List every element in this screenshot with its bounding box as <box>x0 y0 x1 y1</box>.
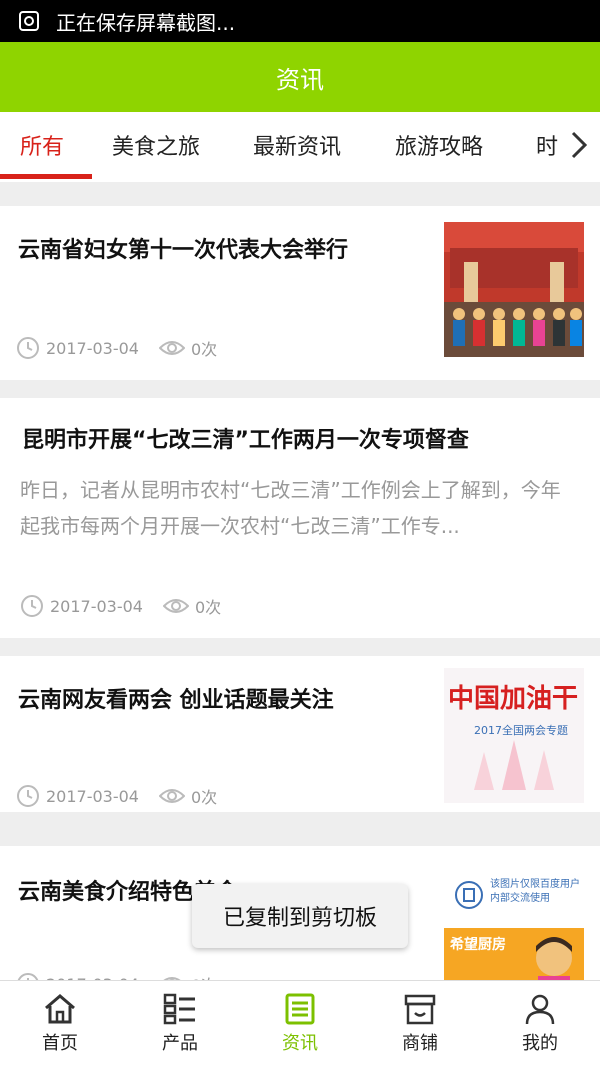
article-date: 2017-03-04 <box>46 338 139 358</box>
thumbnail-notice: 该图片仅限百度用户内部交流使用 <box>490 879 580 904</box>
app-header: 资讯 <box>0 42 600 112</box>
chevron-right-icon <box>571 131 588 159</box>
article-thumbnail[interactable]: 中国加油干 2017全国两会专题 <box>444 668 584 803</box>
clock-icon <box>17 337 39 359</box>
article-thumbnail[interactable]: 该图片仅限百度用户内部交流使用 希望厨房 <box>444 860 584 995</box>
nav-shop-label: 商铺 <box>402 1033 438 1054</box>
user-icon <box>525 994 555 1025</box>
nav-products[interactable]: 产品 <box>120 981 240 1067</box>
article-title[interactable]: 昆明市开展“七改三清”工作两月一次专项督查 <box>22 422 469 454</box>
article-card[interactable]: 昆明市开展“七改三清”工作两月一次专项督查 昨日，记者从昆明市农村“七改三清”工… <box>0 398 600 638</box>
thumbnail-subtitle: 2017全国两会专题 <box>474 724 568 737</box>
list-icon <box>163 993 195 1025</box>
article-title[interactable]: 云南省妇女第十一次代表大会举行 <box>18 232 348 264</box>
clock-icon <box>21 595 43 617</box>
page-title: 资讯 <box>276 65 324 94</box>
article-meta: 2017-03-04 0次 <box>16 784 217 808</box>
news-icon <box>285 993 315 1025</box>
copied-toast: 已复制到剪切板 <box>192 884 408 948</box>
status-bar: 正在保存屏幕截图... <box>0 0 600 42</box>
article-title[interactable]: 云南网友看两会 创业话题最关注 <box>18 682 334 714</box>
logo-icon <box>455 881 483 909</box>
article-card[interactable]: 云南省妇女第十一次代表大会举行 2017-03-04 0次 <box>0 206 600 380</box>
tab-latest-news[interactable]: 最新资讯 <box>253 112 341 178</box>
nav-me[interactable]: 我的 <box>480 981 600 1067</box>
home-icon <box>45 994 75 1024</box>
eye-icon <box>162 599 189 613</box>
article-views: 0次 <box>190 340 218 359</box>
eye-icon <box>158 341 185 355</box>
status-text: 正在保存屏幕截图... <box>56 10 236 35</box>
tab-travel-guide[interactable]: 旅游攻略 <box>395 112 483 178</box>
article-card[interactable]: 云南网友看两会 创业话题最关注 2017-03-04 0次 中国加油干 2017… <box>0 656 600 812</box>
tab-food-tour[interactable]: 美食之旅 <box>112 112 200 178</box>
article-views: 0次 <box>190 788 218 807</box>
nav-products-label: 产品 <box>162 1033 198 1054</box>
nav-home-label: 首页 <box>42 1033 78 1054</box>
eye-icon <box>158 789 185 803</box>
article-date: 2017-03-04 <box>46 786 139 806</box>
bottom-nav: 首页 产品 资讯 商铺 我的 <box>0 980 600 1067</box>
tab-more[interactable]: 时 <box>536 112 558 178</box>
category-tabs: 所有 美食之旅 最新资讯 旅游攻略 时 <box>0 112 600 182</box>
nav-news[interactable]: 资讯 <box>240 981 360 1067</box>
nav-news-label: 资讯 <box>282 1033 318 1054</box>
thumbnail-banner-text: 希望厨房 <box>450 937 506 953</box>
nav-home[interactable]: 首页 <box>0 981 120 1067</box>
nav-shop[interactable]: 商铺 <box>360 981 480 1067</box>
article-views: 0次 <box>194 598 222 617</box>
active-tab-indicator <box>0 174 92 179</box>
article-meta: 2017-03-04 0次 <box>16 336 217 360</box>
screenshot-icon <box>19 11 39 31</box>
article-thumbnail[interactable] <box>444 222 584 357</box>
tabs-scroll-button[interactable] <box>558 112 600 178</box>
thumbnail-headline: 中国加油干 <box>448 684 579 714</box>
toast-text: 已复制到剪切板 <box>222 906 377 931</box>
thumbnail-decoration <box>454 740 574 790</box>
congress-photo <box>444 222 584 357</box>
article-summary: 昨日，记者从昆明市农村“七改三清”工作例会上了解到，今年起我市每两个月开展一次农… <box>20 478 561 538</box>
clock-icon <box>17 785 39 807</box>
article-meta: 2017-03-04 0次 <box>20 594 221 618</box>
shop-icon <box>404 994 436 1025</box>
nav-me-label: 我的 <box>522 1033 558 1054</box>
article-date: 2017-03-04 <box>50 596 143 616</box>
tab-all[interactable]: 所有 <box>20 112 64 178</box>
